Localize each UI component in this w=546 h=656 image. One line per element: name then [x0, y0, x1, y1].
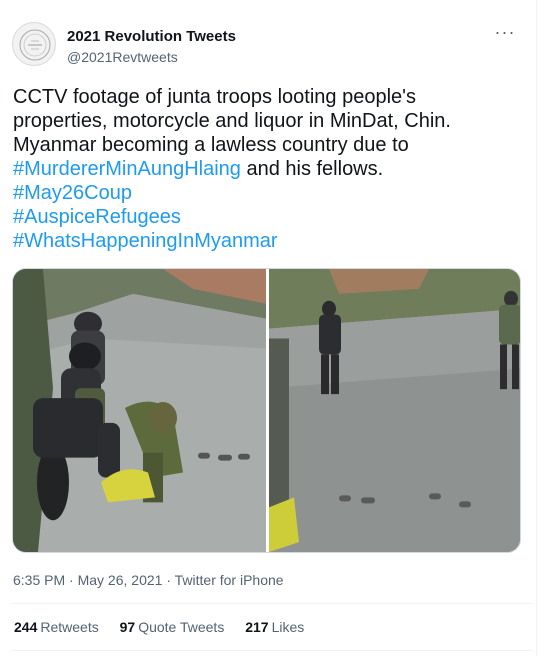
hashtag-link[interactable]: #MurdererMinAungHlaing	[13, 158, 241, 180]
tweet-text-line: CCTV footage of junta troops looting peo…	[13, 86, 416, 108]
avatar[interactable]	[12, 22, 56, 66]
retweets-label: Retweets	[40, 619, 99, 635]
more-icon[interactable]: ···	[490, 22, 520, 46]
avatar-logo-icon	[19, 29, 51, 61]
divider	[12, 650, 532, 651]
tweet-date[interactable]: May 26, 2021	[78, 572, 163, 588]
tweet-header: 2021 Revolution Tweets @2021Revtweets ··…	[12, 22, 532, 72]
author-names: 2021 Revolution Tweets @2021Revtweets	[67, 28, 236, 66]
likes-label: Likes	[271, 619, 305, 635]
media-photo-left[interactable]	[13, 269, 266, 552]
likes-count: 217	[245, 619, 269, 635]
tweet-time[interactable]: 6:35 PM	[13, 572, 65, 588]
quote-tweets-label: Quote Tweets	[138, 619, 225, 635]
tweet-text: CCTV footage of junta troops looting peo…	[13, 85, 528, 253]
tweet-text-line: properties, motorcycle and liquor in Min…	[13, 110, 451, 132]
likes-stat[interactable]: 217 Likes	[245, 618, 304, 636]
media-photo-right[interactable]	[269, 269, 521, 552]
tweet-text-line: and his fellows.	[240, 158, 384, 180]
meta-separator: ·	[65, 572, 78, 588]
quote-tweets-stat[interactable]: 97 Quote Tweets	[120, 618, 225, 636]
tweet-stats: 244 Retweets 97 Quote Tweets 217 Likes	[14, 618, 321, 636]
divider	[12, 603, 532, 604]
tweet-source[interactable]: Twitter for iPhone	[175, 572, 284, 588]
author-display-name[interactable]: 2021 Revolution Tweets	[67, 28, 236, 46]
hashtag-link[interactable]: #WhatsHappeningInMyanmar	[13, 230, 278, 252]
hashtag-link[interactable]: #May26Coup	[13, 182, 132, 204]
author-handle[interactable]: @2021Revtweets	[67, 48, 236, 66]
retweets-stat[interactable]: 244 Retweets	[14, 618, 99, 636]
retweets-count: 244	[14, 619, 38, 635]
tweet-media	[12, 268, 521, 553]
tweet-meta: 6:35 PM · May 26, 2021 · Twitter for iPh…	[13, 571, 284, 589]
meta-separator: ·	[162, 572, 175, 588]
quote-tweets-count: 97	[119, 619, 136, 635]
tweet-card: 2021 Revolution Tweets @2021Revtweets ··…	[0, 0, 537, 656]
tweet-text-line: Myanmar becoming a lawless country due t…	[13, 134, 409, 156]
hashtag-link[interactable]: #AuspiceRefugees	[13, 206, 181, 228]
